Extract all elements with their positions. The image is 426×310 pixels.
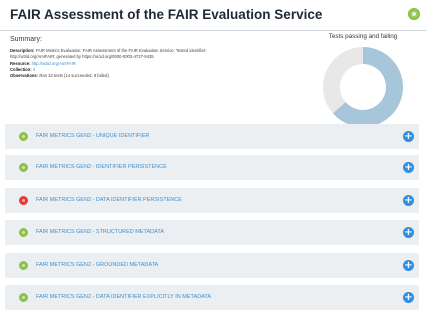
plus-circle-icon[interactable]: +: [403, 227, 414, 238]
plus-circle-icon[interactable]: +: [403, 195, 414, 206]
pass-status-icon: [19, 132, 28, 141]
description-label: Description:: [10, 48, 35, 53]
donut-chart: [323, 47, 403, 127]
summary-section: Summary: Description: FAIR Metrics Evalu…: [10, 36, 300, 79]
metric-label[interactable]: FAIR METRICS GEN2 - DATA IDENTIFIER EXPL…: [36, 294, 211, 300]
metric-row[interactable]: FAIR METRICS GEN2 - GROUNDED METADATA +: [5, 253, 419, 278]
plus-circle-icon[interactable]: +: [403, 292, 414, 303]
check-circle-icon: [408, 8, 420, 20]
metric-label[interactable]: FAIR METRICS GEN2 - GROUNDED METADATA: [36, 262, 158, 268]
observations-value: Ran 22 tests (14 succeeded, 8 failed).: [39, 73, 110, 79]
metric-label[interactable]: FAIR METRICS GEN2 - IDENTIFIER PERSISTEN…: [36, 164, 167, 170]
metric-label[interactable]: FAIR METRICS GEN2 - DATA IDENTIFIER PERS…: [36, 197, 182, 203]
pass-status-icon: [19, 293, 28, 302]
chart-title: Tests passing and failing: [328, 33, 398, 40]
pass-status-icon: [19, 228, 28, 237]
summary-details: Description: FAIR Metrics Evaluation: FA…: [10, 48, 300, 79]
observations-line: Observations: Ran 22 tests (14 succeeded…: [10, 73, 300, 79]
resource-label: Resource:: [10, 60, 31, 66]
donut-slice-failing: [323, 47, 363, 114]
metric-row[interactable]: FAIR METRICS GEN2 - UNIQUE IDENTIFIER +: [5, 124, 419, 149]
collection-link[interactable]: 4: [33, 67, 35, 72]
description-value: FAIR Metrics Evaluation: FAIR Assessment…: [35, 48, 207, 53]
collection-label: Collection:: [10, 66, 32, 72]
fail-status-icon: [19, 196, 28, 205]
pass-status-icon: [19, 261, 28, 270]
metric-label[interactable]: FAIR METRICS GEN2 - UNIQUE IDENTIFIER: [36, 133, 149, 139]
metric-row[interactable]: FAIR METRICS GEN2 - IDENTIFIER PERSISTEN…: [5, 155, 419, 180]
metric-label[interactable]: FAIR METRICS GEN2 - STRUCTURED METADATA: [36, 229, 164, 235]
summary-label: Summary:: [10, 36, 42, 43]
plus-circle-icon[interactable]: +: [403, 131, 414, 142]
resource-link[interactable]: http://w3id.org/AmIFAIR: [32, 61, 76, 66]
tests-chart: Tests passing and failing: [318, 33, 408, 128]
metric-row[interactable]: FAIR METRICS GEN2 - STRUCTURED METADATA +: [5, 220, 419, 245]
metric-row[interactable]: FAIR METRICS GEN2 - DATA IDENTIFIER EXPL…: [5, 285, 419, 310]
plus-circle-icon[interactable]: +: [403, 260, 414, 271]
page-header: FAIR Assessment of the FAIR Evaluation S…: [0, 0, 426, 31]
pass-status-icon: [19, 163, 28, 172]
plus-circle-icon[interactable]: +: [403, 162, 414, 173]
metric-row[interactable]: FAIR METRICS GEN2 - DATA IDENTIFIER PERS…: [5, 188, 419, 213]
observations-label: Observations:: [10, 73, 39, 79]
page-title: FAIR Assessment of the FAIR Evaluation S…: [10, 7, 323, 22]
